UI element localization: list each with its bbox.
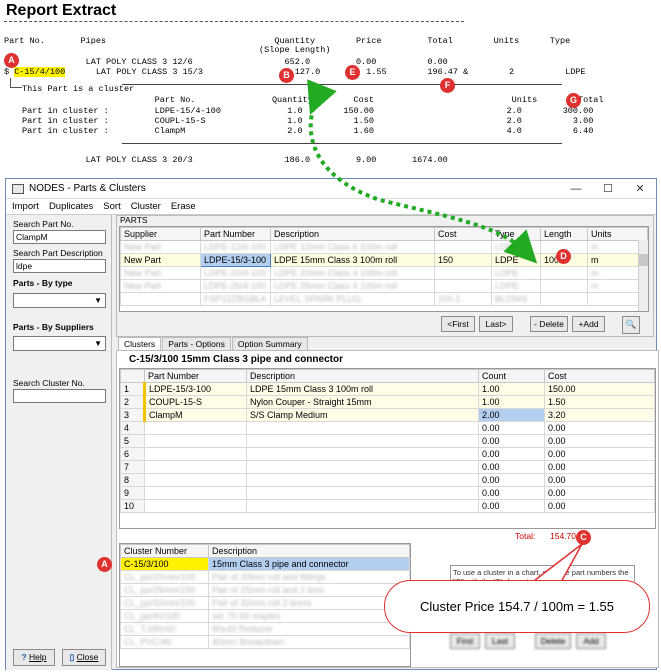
callout-bubble: Cluster Price 154.7 / 100m = 1.55 — [384, 580, 650, 633]
marker-f: F — [440, 78, 455, 93]
marker-e: E — [345, 65, 360, 80]
marker-a: A — [4, 53, 19, 68]
callout-tail — [527, 543, 583, 585]
marker-g: G — [566, 93, 581, 108]
arrow-length-to-quantity — [307, 79, 538, 264]
marker-a-bottom: A — [97, 557, 112, 572]
marker-b: B — [279, 68, 294, 83]
marker-d: D — [556, 249, 571, 264]
